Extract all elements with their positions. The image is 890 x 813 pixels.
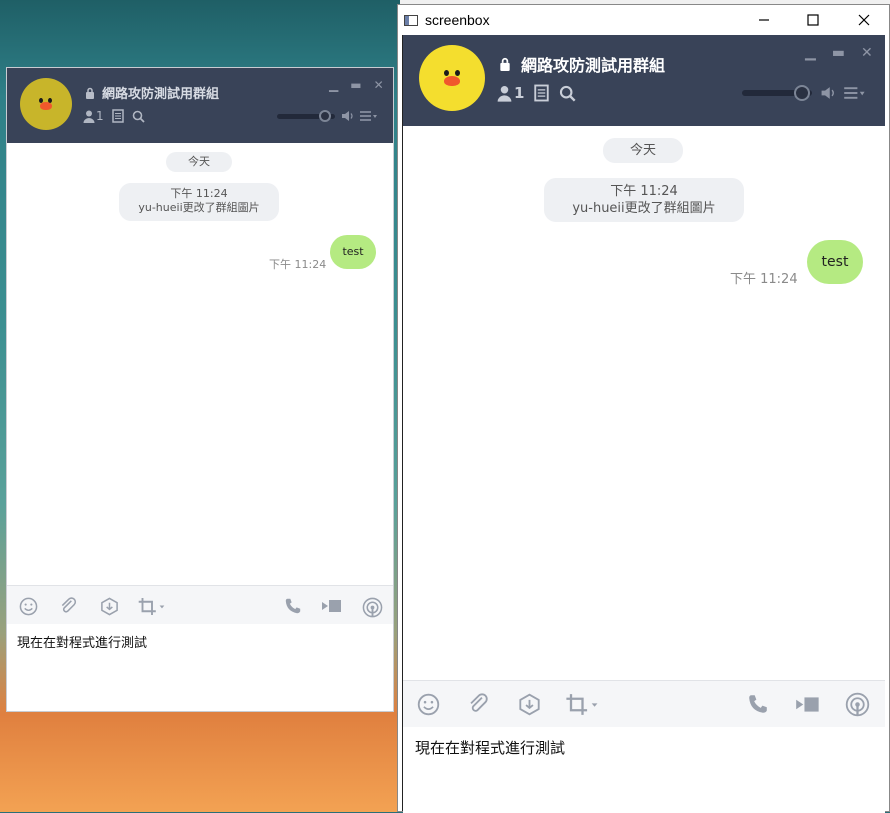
screenbox-maximize-button[interactable] xyxy=(789,5,837,35)
attach-button[interactable] xyxy=(466,692,490,716)
date-divider: 今天 xyxy=(166,152,232,172)
lock-icon xyxy=(86,87,94,99)
live-button[interactable] xyxy=(361,596,383,618)
crop-icon xyxy=(138,597,165,615)
menu-icon[interactable] xyxy=(360,111,378,121)
volume-slider[interactable] xyxy=(277,109,335,122)
chick-avatar-icon xyxy=(36,96,56,112)
group-avatar[interactable] xyxy=(419,45,485,111)
close-button[interactable]: ✕ xyxy=(374,78,384,92)
emoji-button[interactable] xyxy=(18,596,38,616)
member-count: 1 xyxy=(514,84,525,102)
member-count-button[interactable]: 1 xyxy=(83,109,104,123)
screenbox-close-button[interactable] xyxy=(840,5,888,35)
system-message-text: yu-hueii更改了群組圖片 xyxy=(572,201,716,216)
notes-icon[interactable] xyxy=(534,84,550,102)
video-icon xyxy=(796,696,819,712)
speaker-icon[interactable] xyxy=(341,110,354,122)
system-message: 下午 11:24 yu-hueii更改了群組圖片 xyxy=(119,183,279,221)
crop-icon xyxy=(565,693,597,715)
screenbox-content: 網路攻防測試用群組 1 ▁ ▬ ✕ 今天 下午 11:24 yu-hueii更改… xyxy=(402,35,887,813)
member-count-button[interactable]: 1 xyxy=(497,84,524,102)
screenbox-titlebar[interactable]: screenbox xyxy=(398,5,889,35)
search-icon[interactable] xyxy=(132,110,145,123)
message-bubble[interactable]: test xyxy=(330,235,376,269)
phone-icon xyxy=(285,598,301,614)
maximize-button[interactable]: ▬ xyxy=(832,45,845,61)
chat-messages: 今天 下午 11:24 yu-hueii更改了群組圖片 下午 11:24 tes… xyxy=(403,126,885,678)
app-window-icon xyxy=(404,14,418,26)
chat-window-right: 網路攻防測試用群組 1 ▁ ▬ ✕ 今天 下午 11:24 yu-hueii更改… xyxy=(403,35,885,813)
chat-messages: 今天 下午 11:24 yu-hueii更改了群組圖片 下午 11:24 tes… xyxy=(7,143,393,585)
system-message: 下午 11:24 yu-hueii更改了群組圖片 xyxy=(544,178,744,222)
close-button[interactable]: ✕ xyxy=(861,45,873,61)
message-text: test xyxy=(342,245,364,258)
message-input[interactable]: 現在在對程式進行測試 xyxy=(403,727,885,813)
download-icon xyxy=(518,693,540,715)
maximize-button[interactable]: ▬ xyxy=(350,78,361,92)
message-input-text: 現在在對程式進行測試 xyxy=(415,739,566,757)
message-text: test xyxy=(821,254,849,270)
system-message-time: 下午 11:24 xyxy=(610,184,678,199)
broadcast-icon xyxy=(362,597,382,617)
attach-button[interactable] xyxy=(58,596,78,616)
system-message-text: yu-hueii更改了群組圖片 xyxy=(138,201,260,214)
lock-icon xyxy=(500,57,510,71)
group-avatar[interactable] xyxy=(20,78,72,130)
keep-button[interactable] xyxy=(99,596,119,616)
minimize-icon xyxy=(759,19,769,21)
chat-toolbar xyxy=(7,585,393,625)
message-time: 下午 11:24 xyxy=(730,272,798,287)
member-count: 1 xyxy=(96,109,104,123)
screenshot-button[interactable] xyxy=(562,692,602,716)
group-name: 網路攻防測試用群組 xyxy=(521,56,666,75)
call-button[interactable] xyxy=(746,692,770,716)
screenshot-button[interactable] xyxy=(136,596,168,616)
smile-icon xyxy=(417,693,439,715)
keep-button[interactable] xyxy=(517,692,541,716)
phone-icon xyxy=(749,695,767,713)
screenbox-minimize-button[interactable] xyxy=(740,5,788,35)
volume-slider[interactable] xyxy=(742,85,812,101)
system-message-time: 下午 11:24 xyxy=(170,187,228,200)
download-icon xyxy=(100,597,118,615)
notes-icon[interactable] xyxy=(111,109,124,123)
screenbox-window: screenbox 網路攻防測試用群組 1 ▁ ▬ ✕ 今天 下午 11:24 … xyxy=(397,4,890,813)
minimize-button[interactable]: ▁ xyxy=(805,45,816,61)
video-call-button[interactable] xyxy=(320,596,344,616)
screenbox-title: screenbox xyxy=(425,12,490,28)
smile-icon xyxy=(19,597,37,615)
minimize-button[interactable]: ▁ xyxy=(329,78,338,92)
date-divider: 今天 xyxy=(603,138,683,163)
emoji-button[interactable] xyxy=(416,692,440,716)
chick-avatar-icon xyxy=(440,68,464,88)
search-icon[interactable] xyxy=(559,85,576,102)
person-icon xyxy=(497,85,512,102)
menu-icon[interactable] xyxy=(844,87,866,99)
paperclip-icon xyxy=(61,596,76,612)
speaker-icon[interactable] xyxy=(820,86,836,100)
chat-window-left: 網路攻防測試用群組 1 ▁ ▬ ✕ 今天 下午 11:24 yu-hueii更改… xyxy=(6,67,394,712)
group-name: 網路攻防測試用群組 xyxy=(102,87,220,102)
paperclip-icon xyxy=(469,692,488,712)
chat-toolbar xyxy=(403,680,885,728)
video-call-button[interactable] xyxy=(794,692,822,716)
close-icon xyxy=(858,14,870,26)
call-button[interactable] xyxy=(283,596,303,616)
broadcast-icon xyxy=(845,692,869,716)
message-bubble[interactable]: test xyxy=(807,240,863,284)
message-time: 下午 11:24 xyxy=(269,258,327,271)
message-input[interactable]: 現在在對程式進行測試 xyxy=(7,624,393,711)
live-button[interactable] xyxy=(844,691,870,717)
chat-header: 網路攻防測試用群組 1 ▁ ▬ ✕ xyxy=(403,35,885,126)
chat-header: 網路攻防測試用群組 1 ▁ ▬ ✕ xyxy=(7,68,393,143)
message-input-text: 現在在對程式進行測試 xyxy=(17,636,148,651)
maximize-icon xyxy=(807,14,819,26)
video-icon xyxy=(322,600,341,612)
person-icon xyxy=(83,110,95,123)
